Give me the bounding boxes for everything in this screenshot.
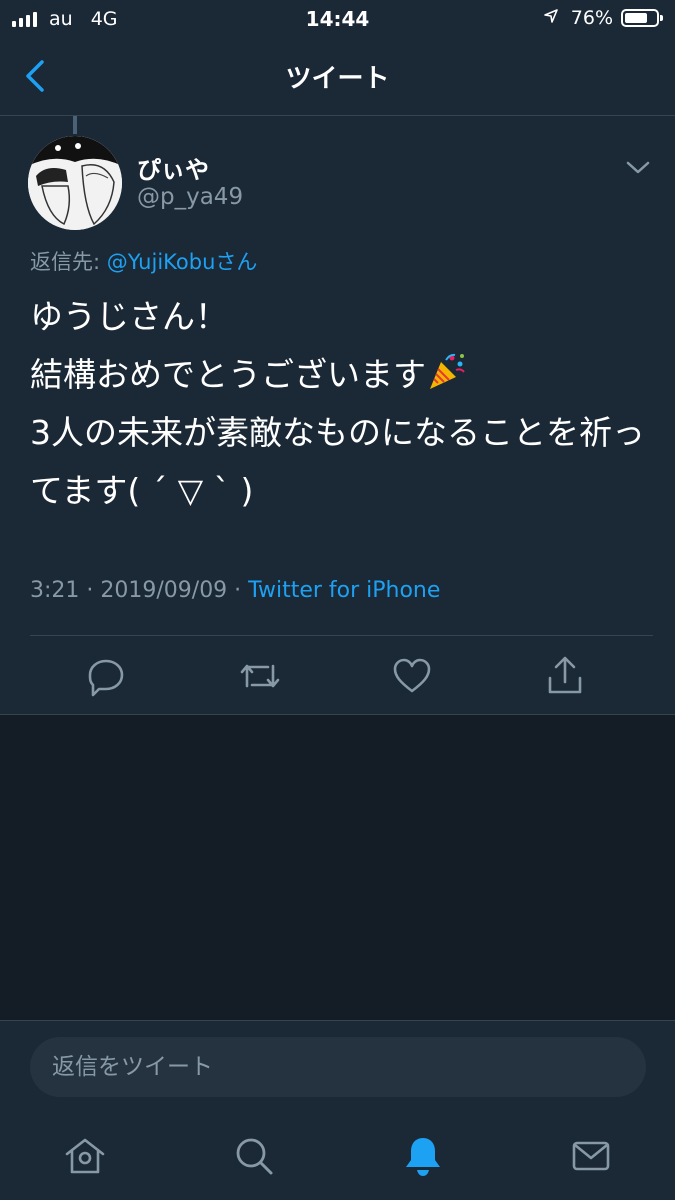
display-name[interactable]: ぴぃや (137, 150, 209, 185)
tweet-text-part-1: ゆうじさん！ 結構おめでとうございます (30, 297, 426, 394)
reply-input[interactable] (30, 1037, 646, 1097)
tweet-meta: 3:21 · 2019/09/09 · Twitter for iPhone (30, 578, 440, 603)
tab-notifications[interactable] (401, 1134, 445, 1178)
like-icon (393, 658, 431, 693)
avatar[interactable] (28, 136, 122, 230)
tweet-text-part-2: 3人の未来が素敵なものになることを祈ってます( ´ ▽ ` ) (30, 413, 645, 510)
battery-icon (621, 9, 663, 27)
tab-search[interactable] (232, 1134, 276, 1178)
reply-icon (88, 659, 124, 697)
tweet-timestamp: 3:21 · 2019/09/09 · (30, 578, 249, 603)
tweet-text: ゆうじさん！ 結構おめでとうございます 3人の未来が素敵なものになることを祈って… (30, 288, 650, 520)
reply-button[interactable] (84, 654, 128, 698)
search-icon (236, 1138, 273, 1175)
status-bar: au 4G 14:44 76% (0, 0, 675, 38)
home-icon (65, 1138, 105, 1174)
like-button[interactable] (390, 654, 434, 698)
share-button[interactable] (543, 654, 587, 698)
tweet-actions (0, 654, 675, 698)
header-bar: ツイート (0, 38, 675, 116)
client-link[interactable]: Twitter for iPhone (248, 578, 440, 603)
thread-connector (73, 116, 77, 134)
reply-prefix: 返信先: (30, 250, 107, 274)
reply-target-link[interactable]: @YujiKobu (107, 250, 216, 274)
chevron-down-icon (626, 161, 650, 174)
page-title: ツイート (285, 64, 390, 94)
party-popper-icon (426, 352, 466, 392)
tab-messages[interactable] (569, 1134, 613, 1178)
tab-bar (0, 1116, 675, 1200)
location-icon (543, 7, 559, 29)
battery-percent: 76% (570, 7, 613, 29)
retweet-icon (240, 664, 280, 688)
retweet-button[interactable] (238, 654, 282, 698)
share-icon (548, 656, 582, 694)
reply-suffix: さん (215, 250, 258, 274)
tweet-detail: ぴぃや @p_ya49 返信先: @YujiKobuさん ゆうじさん！ 結構おめ… (0, 116, 675, 715)
reply-context: 返信先: @YujiKobuさん (30, 246, 257, 276)
notifications-icon (406, 1138, 440, 1176)
divider (30, 635, 653, 636)
messages-icon (572, 1141, 610, 1171)
tab-home[interactable] (63, 1134, 107, 1178)
user-handle[interactable]: @p_ya49 (137, 184, 243, 210)
reply-composer (0, 1020, 675, 1116)
more-options-button[interactable] (624, 158, 652, 178)
